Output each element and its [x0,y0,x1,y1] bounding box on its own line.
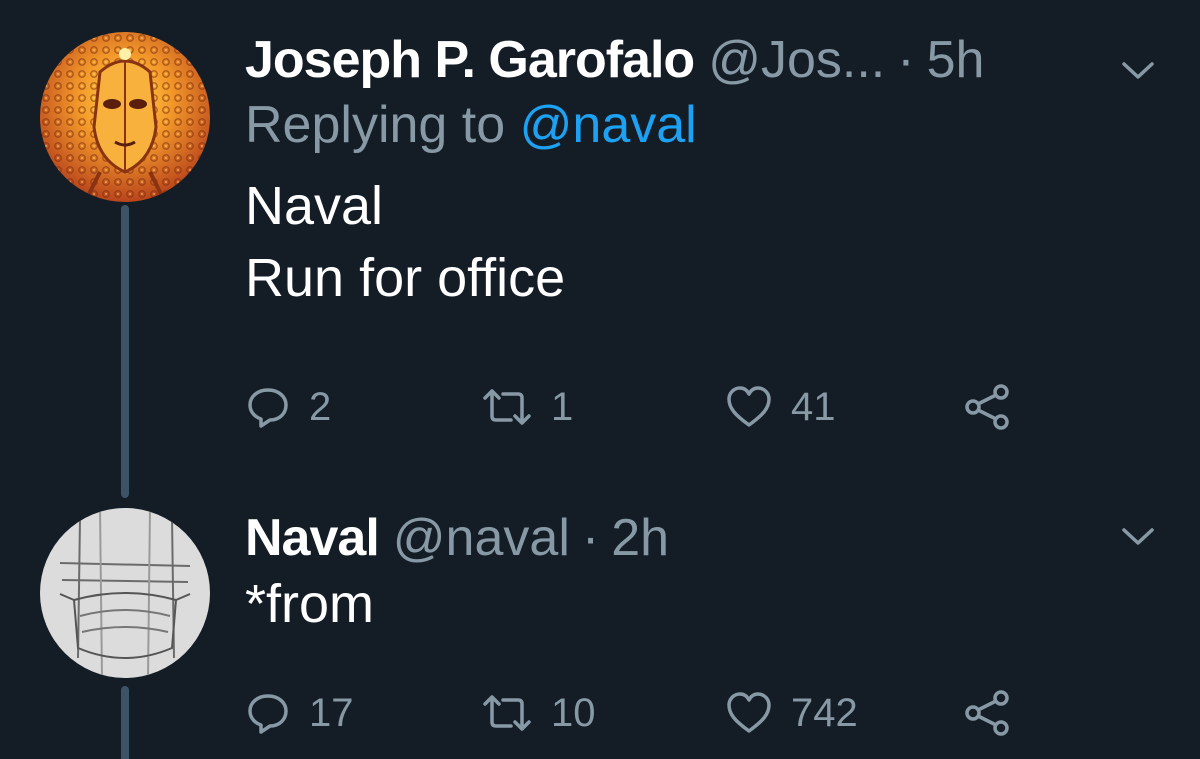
tweet-text-line: Run for office [245,248,566,308]
separator-dot: · [897,31,915,89]
share-icon [965,690,1009,736]
like-button[interactable]: 41 [725,382,836,432]
psychedelic-face-avatar-icon [40,32,210,202]
reply-button[interactable]: 2 [245,382,331,432]
like-count: 41 [791,384,836,429]
tweet[interactable]: Joseph P. Garofalo @Jos... · 5h Replying… [245,20,1200,430]
retweet-icon [483,695,531,731]
avatar[interactable] [40,32,210,202]
timestamp[interactable]: 5h [927,30,985,90]
retweet-icon [483,389,531,425]
retweet-button[interactable]: 10 [481,688,596,738]
chevron-down-icon [1122,62,1154,79]
tweet-text: *from [245,568,1200,640]
reply-icon [248,694,288,734]
retweet-button[interactable]: 1 [481,382,573,432]
thread-connector-line [121,205,129,498]
tweet-menu-button[interactable] [1120,60,1156,87]
share-button[interactable] [963,382,1013,432]
like-button[interactable]: 742 [725,688,858,738]
user-handle[interactable]: @naval [393,508,570,568]
thread-connector-line [121,686,129,759]
display-name[interactable]: Naval [245,508,380,568]
tweet-text: Naval Run for office [245,170,1200,314]
avatar[interactable] [40,508,210,678]
replying-to-label: Replying to [245,96,506,154]
reply-button[interactable]: 17 [245,688,354,738]
sketched-face-mask-avatar-icon [40,508,210,678]
heart-icon [727,692,771,733]
retweet-count: 10 [551,690,596,735]
mention-link[interactable]: @naval [520,96,697,154]
separator-dot: · [581,509,600,567]
timestamp[interactable]: 2h [611,508,669,568]
like-count: 742 [791,690,858,735]
tweet-header: Joseph P. Garofalo @Jos... · 5h [245,20,1200,100]
tweet[interactable]: Naval @naval · 2h *from 17 10 742 [245,498,1200,736]
user-handle[interactable]: @Jos... [708,30,885,90]
tweet-text-line: *from [245,574,375,634]
replying-to: Replying to @naval [245,90,1200,160]
display-name[interactable]: Joseph P. Garofalo [245,30,695,90]
tweet-thread: Joseph P. Garofalo @Jos... · 5h Replying… [0,0,1200,759]
tweet-header: Naval @naval · 2h [245,498,1200,578]
chevron-down-icon [1122,528,1154,545]
retweet-count: 1 [551,384,574,429]
reply-icon [248,388,288,428]
heart-icon [727,386,771,427]
reply-count: 2 [309,384,332,429]
reply-count: 17 [309,690,354,735]
share-icon [965,384,1009,430]
tweet-text-line: Naval [245,176,384,236]
share-button[interactable] [963,688,1013,738]
tweet-menu-button[interactable] [1120,526,1156,553]
